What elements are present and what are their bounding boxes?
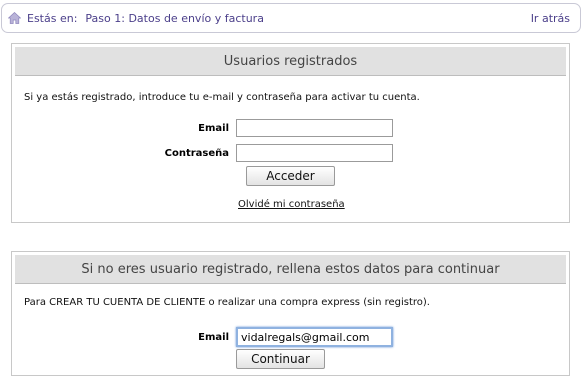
back-link[interactable]: Ir atrás	[531, 12, 570, 25]
email-field[interactable]	[236, 119, 393, 137]
register-panel-title: Si no eres usuario registrado, rellena e…	[15, 255, 566, 284]
password-label: Contraseña	[164, 148, 229, 159]
forgot-password-link[interactable]: Olvidé mi contraseña	[238, 199, 345, 210]
breadcrumb-current: Paso 1: Datos de envío y factura	[85, 12, 264, 25]
breadcrumb: Estás en: Paso 1: Datos de envío y factur…	[1, 3, 581, 33]
password-field[interactable]	[236, 144, 393, 162]
email-label: Email	[198, 123, 229, 134]
login-button[interactable]: Acceder	[246, 166, 335, 186]
register-panel: Si no eres usuario registrado, rellena e…	[11, 251, 570, 376]
continue-button[interactable]: Continuar	[236, 349, 325, 369]
breadcrumb-prefix: Estás en:	[27, 12, 78, 25]
login-panel-intro: Si ya estás registrado, introduce tu e-m…	[24, 92, 420, 103]
register-email-label: Email	[198, 332, 229, 343]
home-icon[interactable]	[8, 12, 21, 24]
breadcrumb-path: Estás en: Paso 1: Datos de envío y factur…	[27, 12, 264, 25]
register-email-field[interactable]	[236, 327, 393, 347]
login-panel-title: Usuarios registrados	[15, 47, 566, 76]
login-panel: Usuarios registrados Si ya estás registr…	[11, 43, 570, 223]
register-panel-intro: Para CREAR TU CUENTA DE CLIENTE o realiz…	[24, 297, 430, 308]
